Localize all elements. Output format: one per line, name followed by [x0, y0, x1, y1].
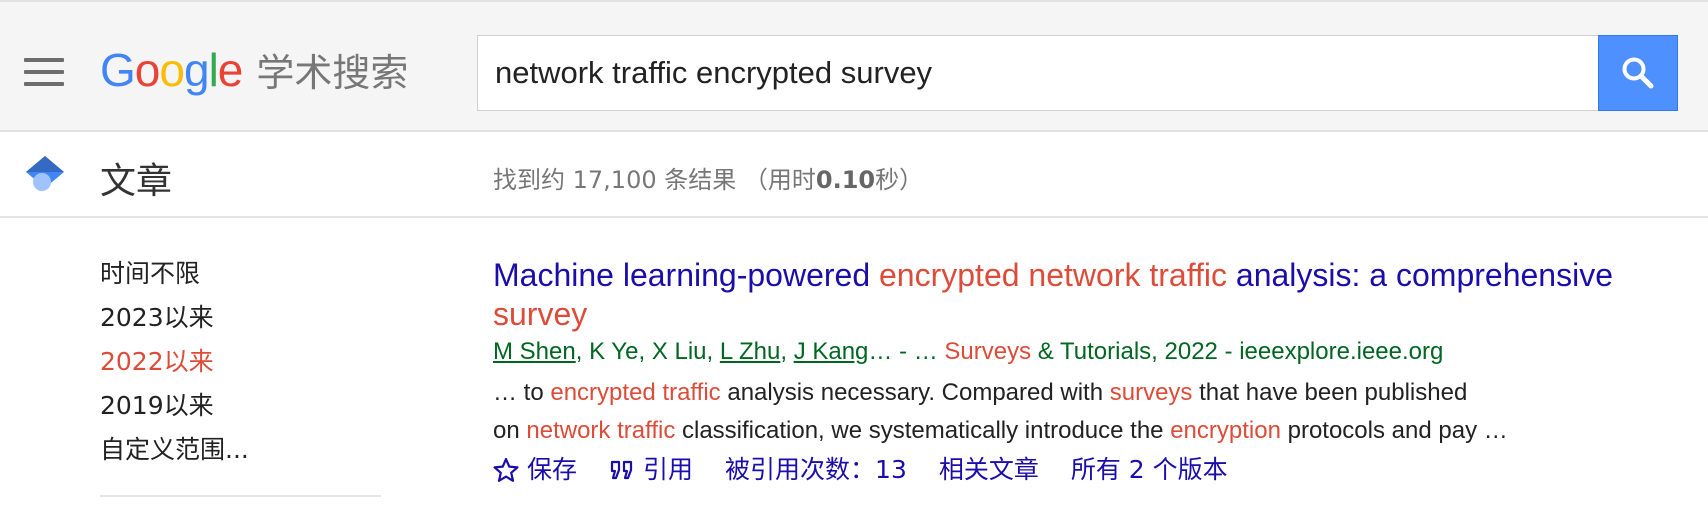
author-link[interactable]: J Kang: [794, 338, 869, 365]
sidebar-item-since-2023[interactable]: 2023以来: [100, 296, 400, 340]
author-link[interactable]: L Zhu: [720, 338, 780, 365]
result-actions: 保存 引用 被引用次数：13 相关文章 所有 2 个版本: [493, 450, 1708, 490]
sidebar-item-since-2019[interactable]: 2019以来: [100, 384, 400, 428]
top-bar: Google 学术搜索: [0, 0, 1708, 132]
time-filter-sidebar: 时间不限 2023以来 2022以来 2019以来 自定义范围...: [100, 252, 400, 472]
cite-button[interactable]: 引用: [609, 450, 693, 490]
cited-by-link[interactable]: 被引用次数：13: [725, 450, 907, 490]
graduation-cap-icon: [26, 156, 64, 191]
results-header-bar: 文章 找到约 17,100 条结果 （用时0.10秒）: [0, 132, 1708, 218]
search-input[interactable]: [478, 36, 1596, 110]
google-wordmark: Google: [100, 44, 243, 96]
logo-subtitle: 学术搜索: [256, 51, 409, 95]
hamburger-menu-icon[interactable]: [24, 58, 64, 86]
author-link[interactable]: M Shen: [493, 338, 576, 365]
articles-title: 文章: [100, 161, 173, 202]
result-meta: M Shen, K Ye, X Liu, L Zhu, J Kang… - … …: [493, 338, 1444, 365]
sidebar-item-since-2022[interactable]: 2022以来: [100, 340, 400, 384]
author-name: X Liu: [651, 338, 707, 365]
search-box: [477, 35, 1599, 111]
results-time: 0.10: [815, 166, 876, 194]
sidebar-item-custom-range[interactable]: 自定义范围...: [100, 428, 400, 472]
search-button[interactable]: [1598, 35, 1678, 111]
search-icon: [1622, 57, 1654, 89]
save-button[interactable]: 保存: [493, 450, 577, 490]
google-scholar-logo[interactable]: Google 学术搜索: [100, 42, 408, 102]
related-articles-link[interactable]: 相关文章: [939, 450, 1039, 490]
snippet-line: on network traffic classification, we sy…: [493, 417, 1508, 444]
sidebar-item-any-time[interactable]: 时间不限: [100, 252, 400, 296]
all-versions-link[interactable]: 所有 2 个版本: [1071, 450, 1228, 490]
quote-icon: [610, 460, 633, 480]
result-snippet: … to encrypted traffic analysis necessar…: [493, 374, 1708, 450]
sidebar-divider: [100, 495, 381, 497]
snippet-line: … to encrypted traffic analysis necessar…: [493, 379, 1468, 406]
star-icon: [493, 457, 519, 482]
author-name: K Ye: [589, 338, 639, 365]
results-stats: 找到约 17,100 条结果 （用时0.10秒）: [493, 166, 924, 194]
search-result: Machine learning-powered encrypted netwo…: [493, 256, 1708, 490]
result-title-link[interactable]: Machine learning-powered encrypted netwo…: [493, 256, 1708, 334]
